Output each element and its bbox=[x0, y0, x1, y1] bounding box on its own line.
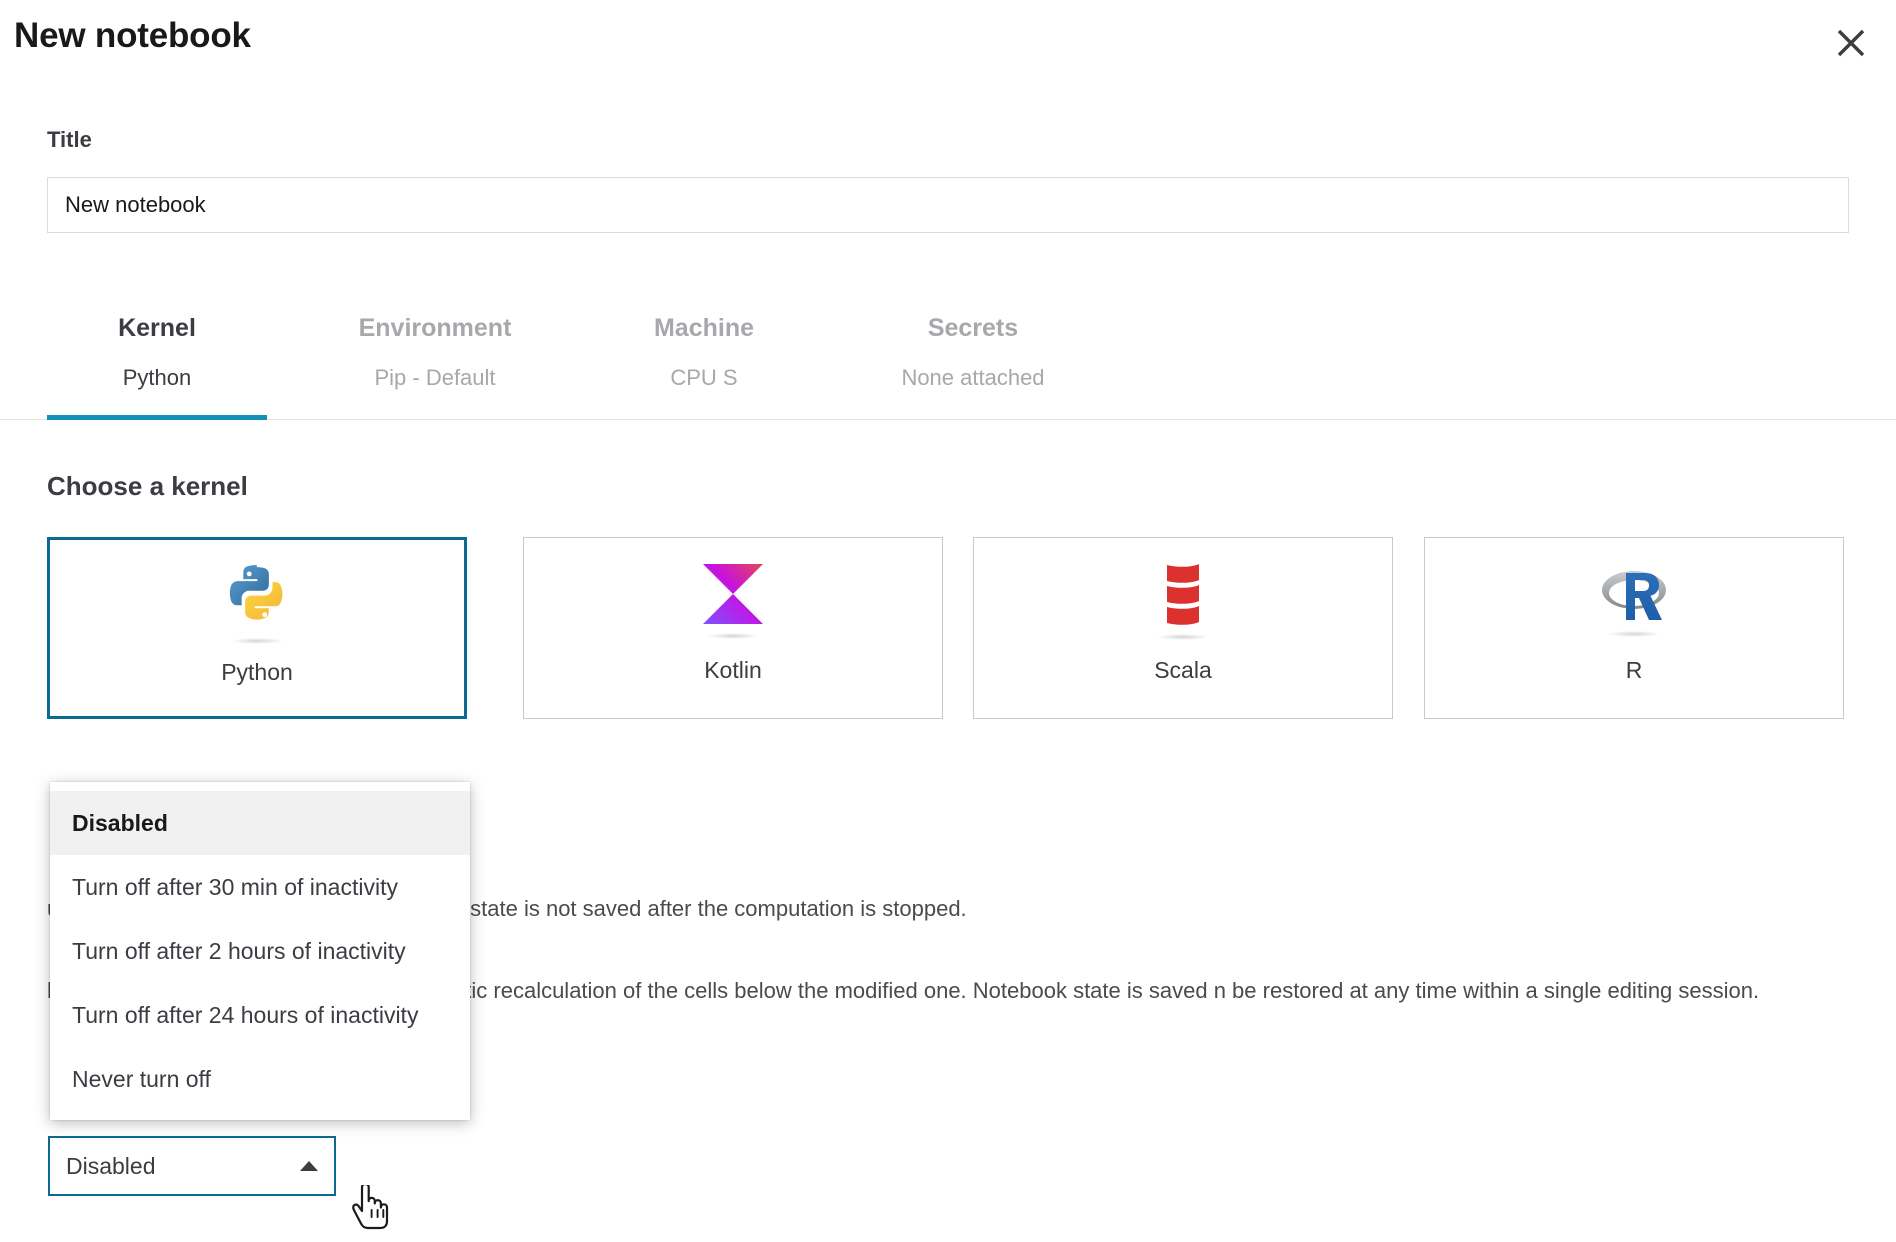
scala-logo-icon bbox=[1161, 563, 1205, 630]
page-title: New notebook bbox=[14, 16, 251, 56]
tab-machine-value: CPU S bbox=[604, 341, 804, 389]
python-logo-icon bbox=[224, 563, 290, 634]
logo-shadow bbox=[231, 638, 283, 644]
close-button[interactable] bbox=[1828, 20, 1874, 66]
tab-underline bbox=[292, 415, 578, 420]
tab-secrets-value: None attached bbox=[828, 341, 1118, 389]
logo-shadow bbox=[1157, 634, 1209, 640]
kotlin-logo-icon bbox=[703, 564, 763, 629]
dropdown-option-disabled[interactable]: Disabled bbox=[50, 791, 470, 855]
kotlin-logo-wrap bbox=[703, 558, 763, 644]
tab-kernel-label: Kernel bbox=[47, 298, 267, 341]
r-logo-wrap bbox=[1600, 558, 1668, 644]
shutdown-select-button[interactable]: Disabled bbox=[48, 1136, 336, 1196]
kernel-card-python[interactable]: Python bbox=[47, 537, 467, 719]
kernel-card-r-label: R bbox=[1626, 657, 1643, 684]
tab-underline bbox=[604, 415, 804, 420]
title-input[interactable] bbox=[47, 177, 1849, 233]
shutdown-dropdown-menu[interactable]: Disabled Turn off after 30 min of inacti… bbox=[50, 782, 470, 1120]
tab-environment[interactable]: Environment Pip - Default bbox=[292, 298, 578, 420]
python-logo-wrap bbox=[224, 560, 290, 646]
kernel-card-scala-label: Scala bbox=[1154, 657, 1212, 684]
tab-active-underline bbox=[47, 415, 267, 420]
dropdown-option-never[interactable]: Never turn off bbox=[50, 1047, 470, 1111]
kernel-card-r[interactable]: R bbox=[1424, 537, 1844, 719]
pointing-hand-cursor bbox=[352, 1185, 396, 1242]
tab-kernel-value: Python bbox=[47, 341, 267, 389]
tab-machine[interactable]: Machine CPU S bbox=[604, 298, 804, 420]
choose-kernel-heading: Choose a kernel bbox=[47, 471, 248, 502]
kernel-card-list: Python bbox=[0, 537, 1896, 719]
kernel-card-kotlin[interactable]: Kotlin bbox=[523, 537, 943, 719]
dropdown-option-2-hours[interactable]: Turn off after 2 hours of inactivity bbox=[50, 919, 470, 983]
tab-machine-label: Machine bbox=[604, 298, 804, 341]
close-icon bbox=[1834, 26, 1868, 60]
tab-environment-value: Pip - Default bbox=[292, 341, 578, 389]
tab-secrets-label: Secrets bbox=[828, 298, 1118, 341]
kernel-card-scala[interactable]: Scala bbox=[973, 537, 1393, 719]
r-logo-icon bbox=[1600, 566, 1668, 627]
new-notebook-dialog: New notebook Title Kernel Python Environ… bbox=[0, 0, 1896, 1242]
kernel-card-kotlin-label: Kotlin bbox=[704, 657, 762, 684]
title-label: Title bbox=[47, 127, 92, 153]
tab-secrets[interactable]: Secrets None attached bbox=[828, 298, 1118, 420]
tab-environment-label: Environment bbox=[292, 298, 578, 341]
logo-shadow bbox=[707, 633, 759, 639]
dropdown-option-24-hours[interactable]: Turn off after 24 hours of inactivity bbox=[50, 983, 470, 1047]
logo-shadow bbox=[1608, 631, 1660, 637]
tab-underline bbox=[828, 415, 1118, 420]
kernel-card-python-label: Python bbox=[221, 659, 293, 686]
scala-logo-wrap bbox=[1157, 558, 1209, 644]
dropdown-option-30-min[interactable]: Turn off after 30 min of inactivity bbox=[50, 855, 470, 919]
chevron-up-icon bbox=[300, 1161, 318, 1171]
settings-tabs: Kernel Python Environment Pip - Default … bbox=[0, 298, 1896, 420]
shutdown-select-value: Disabled bbox=[66, 1153, 300, 1180]
tab-kernel[interactable]: Kernel Python bbox=[47, 298, 267, 420]
